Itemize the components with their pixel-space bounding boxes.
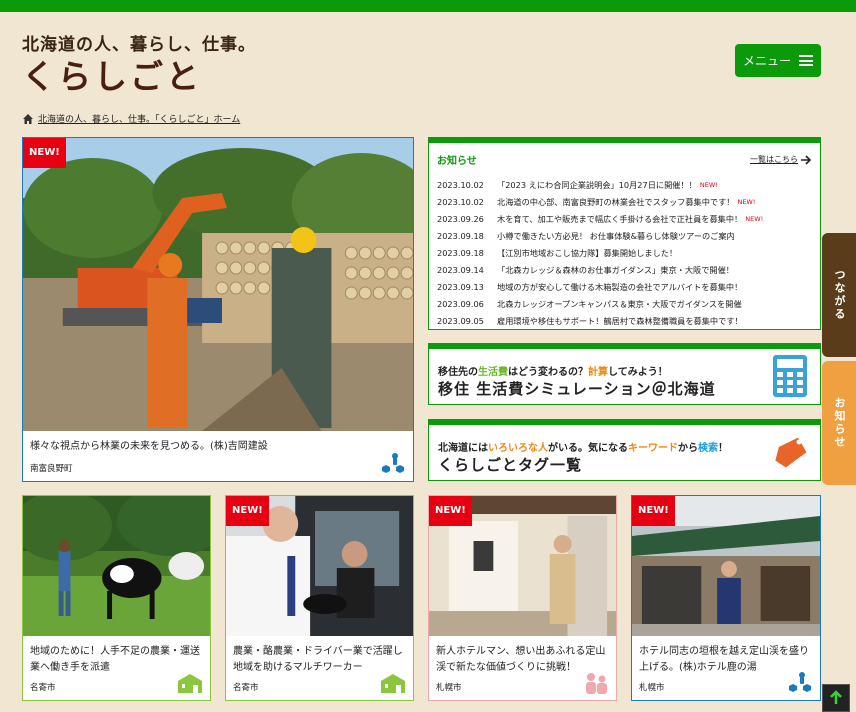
new-badge: NEW! (23, 138, 66, 168)
countryside-icon (178, 674, 202, 693)
banner-text: してみよう！ (608, 367, 668, 378)
news-date: 2023.09.26 (437, 213, 484, 224)
news-item[interactable]: 2023.09.14 「北森カレッジ＆森林のお仕事ガイダンス」東京・大阪で開催！ (437, 261, 812, 278)
featured-photo: NEW! (23, 138, 413, 431)
banner-highlight: 検索 (698, 443, 718, 454)
banner-highlight: 計算 (588, 367, 608, 378)
hamburger-icon (799, 55, 813, 66)
people-icon (586, 673, 607, 694)
news-text: 小樽で働きたい方必見！ お仕事体験&暮らし体験ツアーのご案内 (497, 230, 735, 241)
news-date: 2023.09.18 (437, 247, 484, 258)
article-photo: NEW! (429, 496, 616, 636)
news-date: 2023.09.05 (437, 316, 484, 327)
side-tab-tsunagaru[interactable]: つながる (822, 233, 856, 357)
news-new-label: NEW! (699, 180, 718, 189)
news-date: 2023.10.02 (437, 179, 484, 190)
news-date: 2023.10.02 (437, 196, 484, 207)
banner-text: から (678, 443, 698, 454)
featured-place: 南富良野町 (30, 464, 73, 474)
banner-sim-lead: 移住先の生活費はどう変わるの？計算してみよう！ (438, 363, 668, 378)
breadcrumb: 北海道の人、暮らし、仕事。「くらしごと」ホーム (22, 112, 240, 125)
news-more-label: 一覧はこちら (750, 155, 798, 164)
article-caption: ホテル同志の垣根を越え定山渓を盛り上げる。(株)ホテル鹿の湯 (639, 646, 809, 673)
news-title: お知らせ (437, 156, 477, 167)
article-photo: NEW! (226, 496, 413, 636)
featured-caption: 様々な視点から林業の未来を見つめる。(株)吉岡建設 (30, 441, 268, 452)
logo[interactable]: くらしごと (22, 50, 202, 98)
article-place: 札幌市 (436, 683, 462, 693)
news-date: 2023.09.06 (437, 299, 484, 310)
article-card[interactable]: NEW! 農業・酪農業・ドライバー業で活躍し地域を助けるマルチワーカー 名寄市 (225, 495, 414, 701)
banner-highlight: いろいろな人 (488, 443, 548, 454)
side-tab-oshirase[interactable]: お知らせ (822, 361, 856, 485)
new-badge: NEW! (429, 496, 472, 526)
news-new-label: NEW! (745, 214, 764, 223)
article-card[interactable]: 地域のために！人手不足の農業・運送業へ働き手を派遣 名寄市 (22, 495, 211, 701)
banner-sim-title: 移住 生活費シミュレーション＠北海道 (438, 380, 716, 398)
news-text: 「2023 えにわ合同企業説明会」10月27日に開催！！ (497, 179, 697, 190)
article-place: 名寄市 (233, 683, 259, 693)
banner-highlight: キーワード (628, 443, 678, 454)
news-text: 木を育て、加工や販売まで幅広く手掛ける会社で正社員を募集中！ (497, 213, 743, 224)
tsunagaru-icon (382, 453, 404, 473)
page-top-button[interactable] (822, 684, 850, 712)
banner-text: はどう変わるの？ (508, 367, 588, 378)
article-photo (23, 496, 210, 636)
tag-list-banner[interactable]: 北海道にはいろいろな人がいる。気になるキーワードから検索！ くらしごとタグ一覧 (428, 419, 821, 481)
news-item[interactable]: 2023.10.02 北海道の中心部、南富良野町の林業会社でスタッフ募集中です！ N… (437, 193, 812, 210)
breadcrumb-home-link[interactable]: 北海道の人、暮らし、仕事。「くらしごと」ホーム (38, 112, 240, 125)
calculator-icon (773, 355, 807, 397)
cost-simulation-banner[interactable]: 移住先の生活費はどう変わるの？計算してみよう！ 移住 生活費シミュレーション＠北… (428, 343, 821, 405)
article-caption: 新人ホテルマン、想い出あふれる定山渓で新たな価値づくりに挑戦！ (436, 646, 606, 673)
top-bar (0, 0, 856, 12)
news-list: 2023.10.02 「2023 えにわ合同企業説明会」10月27日に開催！！ NE… (437, 176, 812, 330)
featured-article-card[interactable]: NEW! 様々な視点から林業の未来を見つめる。(株)吉岡建設 南富良野町 (22, 137, 414, 482)
article-place: 札幌市 (639, 683, 665, 693)
news-text: 北森カレッジオープンキャンパス＆東京・大阪でガイダンスを開催 (497, 299, 742, 310)
news-text: 北海道の中心部、南富良野町の林業会社でスタッフ募集中です！ (497, 196, 735, 207)
news-more-link[interactable]: 一覧はこちら (750, 154, 812, 165)
news-date: 2023.09.13 (437, 282, 484, 293)
banner-text: がいる。気になる (548, 443, 628, 454)
banner-highlight: 生活費 (478, 367, 508, 378)
banner-text: ！ (718, 443, 728, 454)
news-text: 「北森カレッジ＆森林のお仕事ガイダンス」東京・大阪で開催！ (497, 265, 734, 276)
news-item[interactable]: 2023.09.18 小樽で働きたい方必見！ お仕事体験&暮らし体験ツアーのご案内 (437, 227, 812, 244)
article-caption: 農業・酪農業・ドライバー業で活躍し地域を助けるマルチワーカー (233, 646, 403, 673)
banner-text: 移住先の (438, 367, 478, 378)
arrow-right-icon (801, 154, 812, 165)
news-item[interactable]: 2023.09.13 地域の方が安心して働ける木箱製造の会社でアルバイトを募集中！ (437, 279, 812, 296)
article-photo: NEW! (632, 496, 820, 636)
news-item[interactable]: 2023.09.26 木を育て、加工や販売まで幅広く手掛ける会社で正社員を募集中！… (437, 210, 812, 227)
news-item[interactable]: 2023.09.06 北森カレッジオープンキャンパス＆東京・大阪でガイダンスを開催 (437, 296, 812, 313)
banner-tag-lead: 北海道にはいろいろな人がいる。気になるキーワードから検索！ (438, 439, 728, 454)
news-text: 雇用環境や移住もサポート！鶴居村で森林整備職員を募集中です！ (497, 316, 743, 327)
article-place: 名寄市 (30, 683, 56, 693)
news-text: 地域の方が安心して働ける木箱製造の会社でアルバイトを募集中！ (497, 282, 743, 293)
article-card[interactable]: NEW! 新人ホテルマン、想い出あふれる定山渓で新たな価値づくりに挑戦！ 札幌市 (428, 495, 617, 701)
tag-icon (775, 437, 807, 468)
news-panel: お知らせ 一覧はこちら 2023.10.02 「2023 えにわ合同企業説明会」1… (428, 137, 821, 330)
new-badge: NEW! (226, 496, 269, 526)
arrow-up-icon (830, 690, 842, 704)
news-new-label: NEW! (737, 197, 756, 206)
tsunagaru-icon (789, 672, 811, 692)
news-date: 2023.09.18 (437, 230, 484, 241)
news-date: 2023.09.14 (437, 265, 484, 276)
countryside-icon (381, 674, 405, 693)
banner-tag-title: くらしごとタグ一覧 (438, 456, 583, 474)
menu-label: メニュー (742, 54, 791, 68)
new-badge: NEW! (632, 496, 675, 526)
news-item[interactable]: 2023.09.05 雇用環境や移住もサポート！鶴居村で森林整備職員を募集中です！ (437, 313, 812, 330)
news-item[interactable]: 2023.10.02 「2023 えにわ合同企業説明会」10月27日に開催！！ NE… (437, 176, 812, 193)
article-caption: 地域のために！人手不足の農業・運送業へ働き手を派遣 (30, 646, 200, 673)
article-card[interactable]: NEW! ホテル同志の垣根を越え定山渓を盛り上げる。(株)ホテル鹿の湯 札幌市 (631, 495, 821, 701)
menu-button[interactable]: メニュー (735, 44, 821, 77)
news-text: 【江別市地域おこし協力隊】募集開始しました！ (497, 247, 678, 258)
news-item[interactable]: 2023.09.18 【江別市地域おこし協力隊】募集開始しました！ (437, 244, 812, 261)
home-icon (23, 113, 33, 124)
banner-text: 北海道には (438, 443, 488, 454)
